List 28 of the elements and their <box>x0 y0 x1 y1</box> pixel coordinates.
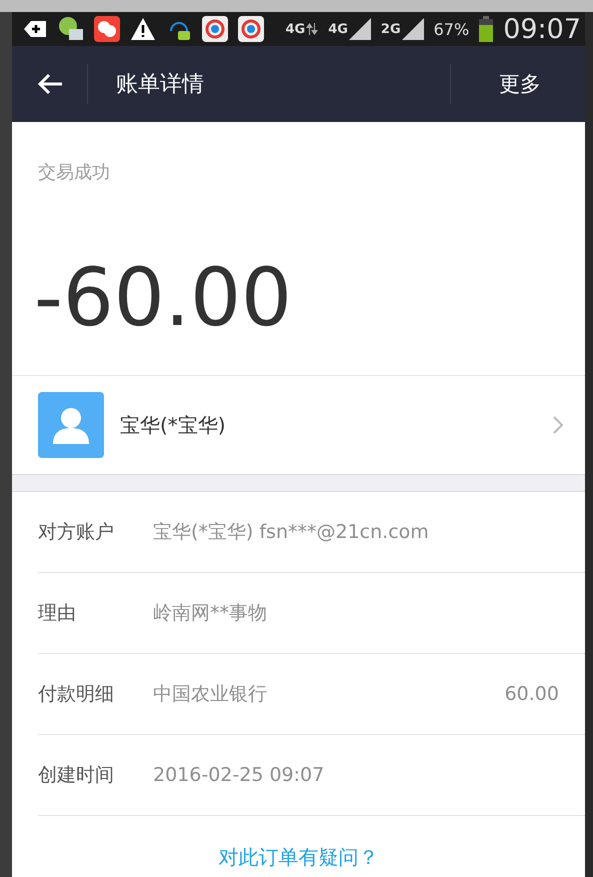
page-title: 账单详情 <box>115 71 205 99</box>
data-arrows-icon <box>306 23 318 35</box>
payee-name: 宝华(*宝华) <box>120 412 227 438</box>
app-icon <box>202 16 228 42</box>
detail-label: 创建时间 <box>38 763 115 788</box>
detail-value: 中国农业银行 <box>153 682 268 707</box>
app-icon <box>238 16 264 42</box>
detail-label: 对方账户 <box>38 520 115 545</box>
clock: 09:07 <box>503 14 581 44</box>
transaction-status: 交易成功 <box>37 161 111 184</box>
chat-icon <box>94 16 120 42</box>
signal-icon <box>348 18 371 40</box>
battery-icon <box>479 16 494 42</box>
detail-label: 付款明细 <box>38 682 115 707</box>
detail-label: 理由 <box>38 601 77 626</box>
signal-icon <box>402 18 424 40</box>
detail-value: 2016-02-25 09:07 <box>153 764 326 786</box>
network-type: 4G <box>285 22 306 36</box>
amount: -60.00 <box>34 251 292 344</box>
detail-value: 宝华(*宝华) fsn***@21cn.com <box>153 520 430 545</box>
warning-icon <box>130 16 156 42</box>
avatar-icon <box>38 392 104 458</box>
battery-percent: 67% <box>434 20 470 38</box>
detail-amount: 60.00 <box>504 683 559 705</box>
detail-value: 岭南网**事物 <box>153 601 268 626</box>
network-type: 4G <box>328 22 348 36</box>
back-icon[interactable] <box>36 73 62 95</box>
network-type: 2G <box>380 22 401 36</box>
